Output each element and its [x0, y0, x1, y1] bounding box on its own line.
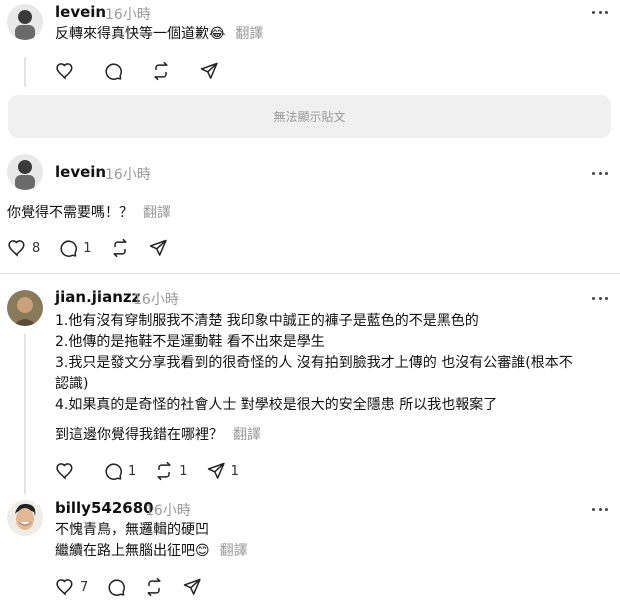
action-bar [55, 60, 237, 82]
like-count: 7 [80, 579, 89, 595]
comment-body: 你覺得不需要嗎！？ [7, 205, 133, 221]
more-options-icon[interactable] [592, 9, 608, 15]
repost-button[interactable] [110, 238, 130, 258]
timestamp[interactable]: 16小時 [105, 4, 151, 24]
share-count: 1 [230, 463, 239, 479]
comment-body: 反轉來得真快等一個道歉😂 [55, 26, 226, 42]
reply-count: 1 [83, 240, 92, 256]
translate-link[interactable]: 翻譯 [235, 26, 263, 42]
comment-icon [105, 463, 122, 480]
repost-button[interactable] [151, 61, 171, 81]
unavailable-post-notice: 無法顯示貼文 [8, 95, 611, 138]
username[interactable]: levein [55, 163, 106, 181]
avatar[interactable] [7, 154, 43, 190]
share-button[interactable] [148, 238, 168, 258]
translate-link[interactable]: 翻譯 [143, 205, 171, 221]
comment-text: 不愧青鳥，無邏輯的硬凹 繼續在路上無腦出征吧😊 翻譯 [55, 520, 248, 562]
reply-button[interactable]: 1 [58, 238, 92, 258]
comment-icon [105, 63, 122, 80]
comment-line: 不愧青鳥，無邏輯的硬凹 [55, 522, 209, 538]
comment-line: 認識) [55, 376, 89, 392]
repost-icon [154, 61, 168, 81]
comment-line: 4.如果真的是奇怪的社會人士 對學校是很大的安全隱患 所以我也報案了 [55, 397, 498, 413]
avatar[interactable] [7, 4, 43, 40]
comment-text: 你覺得不需要嗎！？ 翻譯 [7, 203, 171, 224]
username[interactable]: levein [55, 3, 106, 21]
repost-count: 1 [179, 463, 188, 479]
repost-button[interactable]: 1 [154, 461, 188, 481]
like-button[interactable]: 8 [7, 238, 40, 258]
reply-button[interactable] [103, 61, 123, 81]
avatar[interactable] [7, 290, 43, 326]
comment-icon [60, 240, 78, 257]
repost-icon [147, 577, 161, 597]
comment-icon [108, 579, 126, 596]
translate-link[interactable]: 翻譯 [233, 427, 261, 443]
more-options-icon[interactable] [592, 506, 608, 512]
like-button[interactable]: 7 [55, 577, 88, 597]
like-button[interactable] [55, 61, 75, 81]
reply-count: 1 [128, 463, 137, 479]
action-bar: 8 1 [7, 237, 186, 259]
comment-body: 繼續在路上無腦出征吧😊 [55, 543, 210, 559]
action-bar: 1 1 1 [55, 460, 257, 482]
comment-text: 1.他有沒有穿制服我不清楚 我印象中誠正的褲子是藍色的不是黑色的 2.他傳的是拖… [55, 311, 610, 446]
send-icon [207, 462, 225, 479]
heart-icon [56, 63, 73, 80]
send-icon [149, 239, 167, 256]
more-options-icon[interactable] [592, 295, 608, 301]
heart-icon [8, 240, 25, 257]
translate-link[interactable]: 翻譯 [220, 543, 248, 559]
timestamp[interactable]: 16小時 [133, 289, 179, 309]
like-button[interactable] [55, 461, 75, 481]
heart-icon [56, 463, 73, 480]
send-icon [200, 62, 218, 79]
reply-button[interactable] [106, 577, 126, 597]
thread-line [24, 334, 26, 494]
like-count: 8 [32, 240, 41, 256]
comment-line: 1.他有沒有穿制服我不清楚 我印象中誠正的褲子是藍色的不是黑色的 [55, 313, 479, 329]
share-button[interactable] [182, 577, 202, 597]
divider [0, 273, 620, 274]
repost-button[interactable] [144, 577, 164, 597]
share-button[interactable] [199, 61, 219, 81]
more-options-icon[interactable] [592, 170, 608, 176]
reply-button[interactable]: 1 [103, 461, 136, 481]
timestamp[interactable]: 16小時 [145, 500, 191, 520]
thread-line [24, 57, 26, 87]
action-bar: 7 [55, 576, 220, 598]
heart-icon [56, 579, 73, 596]
share-button[interactable]: 1 [206, 461, 239, 481]
username[interactable]: jian.jianzz [55, 288, 140, 306]
avatar[interactable] [7, 500, 43, 536]
comment-line: 2.他傳的是拖鞋不是運動鞋 看不出來是學生 [55, 334, 325, 350]
comment-text: 反轉來得真快等一個道歉😂 翻譯 [55, 24, 263, 45]
send-icon [184, 578, 201, 595]
username[interactable]: billy542680 [55, 499, 154, 517]
timestamp[interactable]: 16小時 [105, 164, 151, 184]
repost-icon [157, 461, 171, 481]
comment-line: 3.我只是發文分享我看到的很奇怪的人 沒有拍到臉我才上傳的 也沒有公審誰(根本不 [55, 355, 573, 371]
repost-icon [112, 238, 127, 258]
comment-body: 到這邊你覺得我錯在哪裡？ [55, 427, 223, 443]
